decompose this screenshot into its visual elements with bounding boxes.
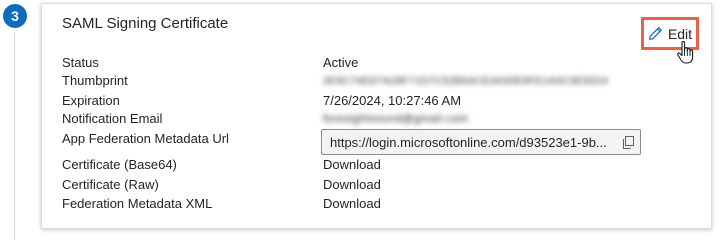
saml-signing-certificate-card: SAML Signing Certificate Edit Status Act… (41, 3, 712, 229)
notification-email-row: Notification Email foresightsound@gmail.… (62, 111, 682, 131)
step-connector-line (14, 32, 15, 240)
federation-xml-label: Federation Metadata XML (62, 196, 213, 211)
metadata-url-field[interactable]: https://login.microsoftonline.com/d93523… (321, 129, 641, 155)
pencil-icon (649, 27, 662, 40)
status-row: Status Active (62, 55, 682, 75)
notification-email-label: Notification Email (62, 111, 163, 126)
cert-base64-download-link[interactable]: Download (323, 157, 381, 172)
hand-pointer-cursor-icon (677, 41, 694, 64)
card-title: SAML Signing Certificate (62, 15, 229, 32)
thumbprint-label: Thumbprint (62, 73, 128, 88)
notification-email-value: foresightsound@gmail.com (323, 113, 469, 125)
expiration-label: Expiration (62, 93, 120, 108)
expiration-value: 7/26/2024, 10:27:46 AM (323, 93, 462, 108)
thumbprint-value: 2E9C74ED7A28F71D7C52B5ACE4A30E9FE1A3C3E5… (323, 76, 609, 87)
expiration-row: Expiration 7/26/2024, 10:27:46 AM (62, 93, 682, 113)
cert-raw-label: Certificate (Raw) (62, 177, 159, 192)
status-value: Active (323, 55, 359, 70)
cert-raw-download-link[interactable]: Download (323, 177, 381, 192)
cert-base64-row: Certificate (Base64) Download (62, 157, 682, 177)
copy-icon[interactable] (622, 136, 634, 149)
status-label: Status (62, 55, 99, 70)
federation-xml-download-link[interactable]: Download (323, 196, 381, 211)
step-number-badge: 3 (3, 4, 27, 28)
metadata-url-label: App Federation Metadata Url (62, 131, 229, 146)
cert-raw-row: Certificate (Raw) Download (62, 177, 682, 197)
metadata-url-value: https://login.microsoftonline.com/d93523… (330, 134, 607, 150)
thumbprint-row: Thumbprint 2E9C74ED7A28F71D7C52B5ACE4A30… (62, 73, 682, 93)
federation-xml-row: Federation Metadata XML Download (62, 196, 682, 216)
cert-base64-label: Certificate (Base64) (62, 157, 177, 172)
